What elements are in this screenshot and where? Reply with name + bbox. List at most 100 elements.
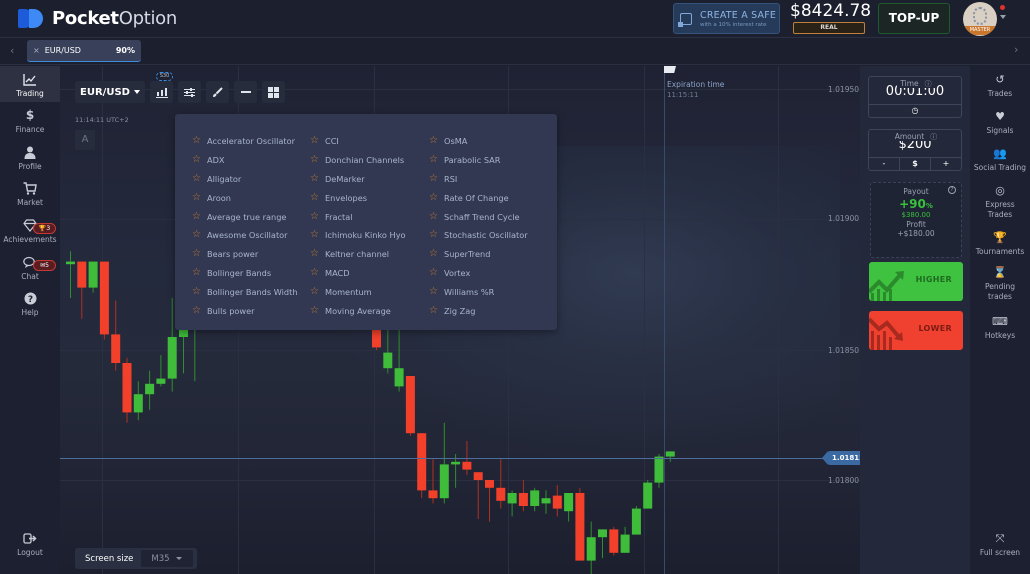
indicator-item[interactable]: ☆ Donchian Channels [310,151,406,170]
chevron-right-icon[interactable]: › [1014,43,1018,56]
indicator-item[interactable]: ☆ Bulls power [192,301,298,320]
star-icon[interactable]: ☆ [192,211,201,222]
star-icon[interactable]: ☆ [192,155,201,165]
indicator-item[interactable]: ☆ Fractal [310,207,406,226]
sidebar-item-chat[interactable]: Chat ✉5 [0,256,60,281]
sidebar-item-help[interactable]: ? Help [0,292,60,317]
amount-decrease-button[interactable]: - [869,158,899,170]
indicator-item[interactable]: ☆ Zig Zag [429,301,528,320]
star-icon[interactable]: ☆ [429,286,438,297]
clock-icon[interactable]: ◷ [869,105,961,117]
sidebar-item-logout[interactable]: Logout [0,532,60,557]
indicator-item[interactable]: ☆ Rate Of Change [429,188,528,207]
close-icon[interactable]: × [33,46,40,55]
screen-size-select[interactable]: M35 [141,550,194,567]
star-icon[interactable]: ☆ [429,155,438,165]
star-icon[interactable]: ☆ [429,173,438,184]
star-icon[interactable]: ☆ [429,249,438,259]
sidebar-item-express-trades[interactable]: ◎ Express Trades [970,184,1030,219]
expiration-flag-icon[interactable] [664,66,676,73]
star-icon[interactable]: ☆ [192,286,201,297]
star-icon[interactable]: ☆ [310,155,319,165]
indicator-item[interactable]: ☆ Awesome Oscillator [192,226,298,245]
help-icon[interactable]: ? [948,186,956,194]
sidebar-item-tournaments[interactable]: 🏆 Tournaments [970,231,1030,257]
sidebar-item-trades[interactable]: ↺ Trades [970,73,1030,99]
star-icon[interactable]: ☆ [310,267,319,278]
star-icon[interactable]: ☆ [310,211,319,222]
indicator-item[interactable]: ☆ Moving Average [310,301,406,320]
chevron-down-icon[interactable] [1000,15,1006,19]
star-icon[interactable]: ☆ [429,211,438,222]
sidebar-item-pending-trades[interactable]: ⌛ Pending trades [970,266,1030,301]
star-icon[interactable]: ☆ [310,173,319,184]
indicator-item[interactable]: ☆ Bears power [192,245,298,264]
star-icon[interactable]: ☆ [192,173,201,184]
sidebar-item-signals[interactable]: ♥ Signals [970,110,1030,136]
avatar[interactable]: MASTER [963,2,997,36]
indicator-item[interactable]: ☆ Vortex [429,264,528,283]
sidebar-item-achievements[interactable]: Achievements 🏆3 [0,219,60,244]
account-type-badge[interactable]: REAL [793,22,865,34]
star-icon[interactable]: ☆ [429,267,438,278]
indicator-item[interactable]: ☆ MACD [310,264,406,283]
sidebar-item-market[interactable]: Market [0,182,60,207]
indicator-item[interactable]: ☆ Bollinger Bands [192,264,298,283]
indicator-item[interactable]: ☆ Aroon [192,188,298,207]
sidebar-item-social-trading[interactable]: 👥 Social Trading [970,147,1030,173]
star-icon[interactable]: ☆ [310,192,319,203]
chevron-left-icon[interactable]: ‹ [10,44,14,57]
help-icon[interactable]: ⓘ [927,133,941,141]
star-icon[interactable]: ☆ [192,136,201,146]
sidebar-item-profile[interactable]: Profile [0,146,60,171]
star-icon[interactable]: ☆ [192,305,201,316]
star-icon[interactable]: ☆ [192,192,201,203]
logo[interactable]: PocketOption [18,7,177,29]
chart-type-button[interactable]: S30 [150,72,173,103]
help-icon[interactable]: ⓘ [921,80,935,88]
line-tool-button[interactable] [234,81,257,103]
auto-scale-button[interactable]: A [75,130,95,150]
indicator-item[interactable]: ☆ ADX [192,151,298,170]
sidebar-item-finance[interactable]: $ Finance [0,109,60,135]
indicator-item[interactable]: ☆ Parabolic SAR [429,151,528,170]
higher-button[interactable]: HIGHER [869,262,963,301]
top-up-button[interactable]: TOP-UP [878,3,950,34]
star-icon[interactable]: ☆ [310,230,319,240]
star-icon[interactable]: ☆ [429,305,438,316]
indicator-item[interactable]: ☆ Average true range [192,207,298,226]
sidebar-item-full-screen[interactable]: ⤧ Full screen [970,532,1030,558]
indicator-item[interactable]: ☆ DeMarker [310,170,406,189]
star-icon[interactable]: ☆ [310,286,319,297]
indicator-item[interactable]: ☆ OsMA [429,132,528,151]
star-icon[interactable]: ☆ [429,136,438,146]
layout-button[interactable] [262,81,285,103]
timeframe-badge[interactable]: S30 [156,72,173,81]
indicator-item[interactable]: ☆ Williams %R [429,282,528,301]
star-icon[interactable]: ☆ [192,249,201,259]
asset-tab-eur-usd[interactable]: × EUR/USD 90% [27,40,141,62]
star-icon[interactable]: ☆ [310,136,319,146]
indicator-item[interactable]: ☆ Bollinger Bands Width [192,282,298,301]
star-icon[interactable]: ☆ [310,305,319,316]
indicator-item[interactable]: ☆ SuperTrend [429,245,528,264]
sidebar-item-trading[interactable]: Trading [0,66,60,102]
indicator-item[interactable]: ☆ Keltner channel [310,245,406,264]
lower-button[interactable]: LOWER [869,311,963,350]
create-safe-button[interactable]: CREATE A SAFE with a 10% interest rate [673,3,780,34]
indicator-item[interactable]: ☆ Envelopes [310,188,406,207]
star-icon[interactable]: ☆ [310,249,319,259]
sidebar-item-hotkeys[interactable]: ⌨ Hotkeys [970,315,1030,341]
asset-selector[interactable]: EUR/USD [75,81,145,103]
indicator-item[interactable]: ☆ Accelerator Oscillator [192,132,298,151]
drawing-tools-button[interactable] [206,81,229,103]
indicator-item[interactable]: ☆ Alligator [192,170,298,189]
balance[interactable]: $8424.78 REAL [790,2,871,34]
star-icon[interactable]: ☆ [192,267,201,278]
indicator-item[interactable]: ☆ Schaff Trend Cycle [429,207,528,226]
currency-button[interactable]: $ [899,158,930,170]
indicator-item[interactable]: ☆ CCI [310,132,406,151]
star-icon[interactable]: ☆ [192,230,201,240]
indicator-item[interactable]: ☆ Stochastic Oscillator [429,226,528,245]
indicators-button[interactable] [178,81,201,103]
